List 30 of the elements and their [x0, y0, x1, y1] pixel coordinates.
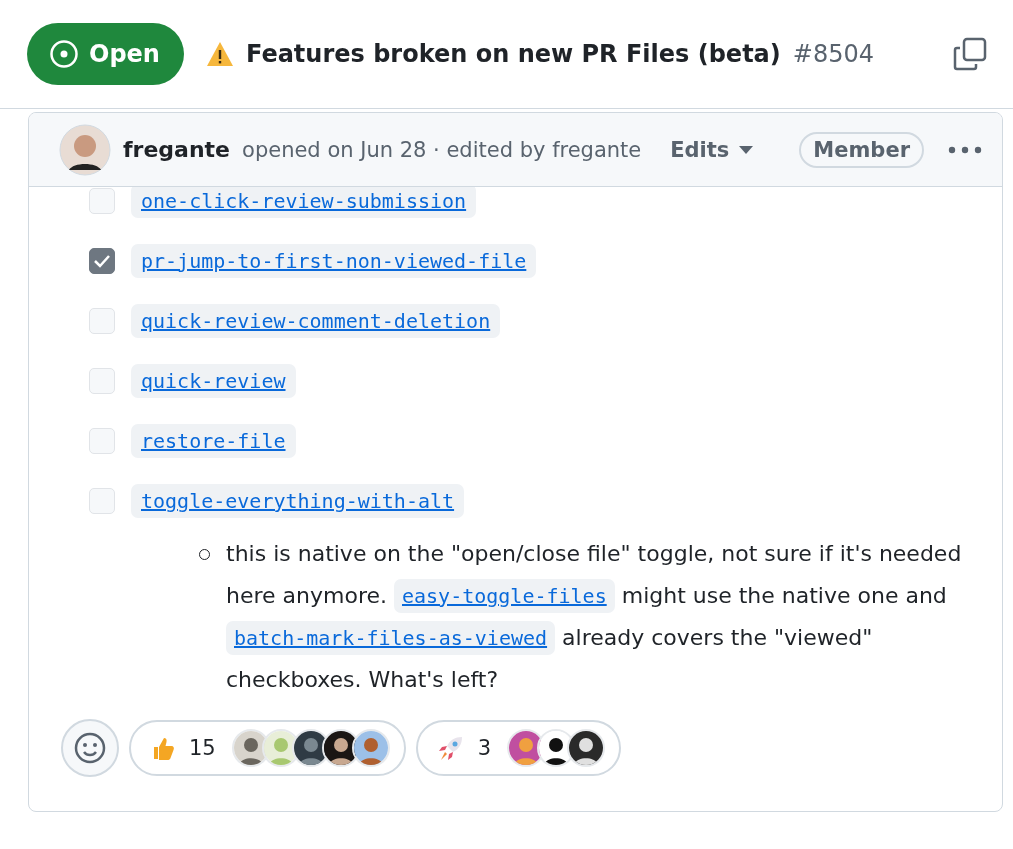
task-checkbox[interactable]: [89, 248, 115, 274]
issue-title: Features broken on new PR Files (beta): [245, 40, 781, 68]
caret-icon: [739, 145, 754, 154]
feature-link[interactable]: quick-review-comment-deletion: [131, 304, 501, 338]
add-reaction-button[interactable]: [61, 719, 119, 777]
thumbs-up-icon: [151, 735, 175, 761]
open-status-badge: Open: [27, 23, 184, 85]
feature-link[interactable]: quick-review: [131, 364, 296, 398]
more-options-icon[interactable]: [948, 145, 982, 154]
feature-link[interactable]: easy-toggle-files: [394, 579, 615, 613]
check-icon: [93, 254, 111, 268]
rocket-icon: [437, 735, 464, 761]
feature-link[interactable]: pr-jump-to-first-non-viewed-file: [131, 244, 537, 278]
feature-link[interactable]: one-click-review-submission: [131, 187, 477, 218]
feature-link[interactable]: batch-mark-files-as-viewed: [226, 621, 556, 655]
edits-dropdown[interactable]: Edits: [670, 137, 754, 162]
reaction-button[interactable]: 3: [415, 720, 622, 776]
avatar[interactable]: [59, 123, 111, 176]
note-paragraph: this is native on the "open/close file" toggle, not sure if it's needed here anymore. easy-toggle-files might use the native one and batch-mark-files-as-viewed already covers the "viewed" checkboxes. What's left?: [226, 540, 963, 694]
author-name[interactable]: fregante: [123, 137, 231, 162]
member-badge: Member: [799, 131, 924, 168]
feature-link[interactable]: toggle-everything-with-alt: [131, 484, 465, 518]
copy-icon[interactable]: [953, 37, 987, 71]
open-circle-icon: [49, 39, 79, 69]
comment-meta: opened on Jun 28 · edited by fregante: [242, 137, 643, 162]
smiley-icon: [74, 732, 106, 764]
warning-icon: [205, 41, 234, 67]
feature-link[interactable]: restore-file: [131, 424, 296, 458]
issue-number: #8504: [792, 40, 874, 68]
reaction-button[interactable]: 15: [129, 720, 406, 776]
